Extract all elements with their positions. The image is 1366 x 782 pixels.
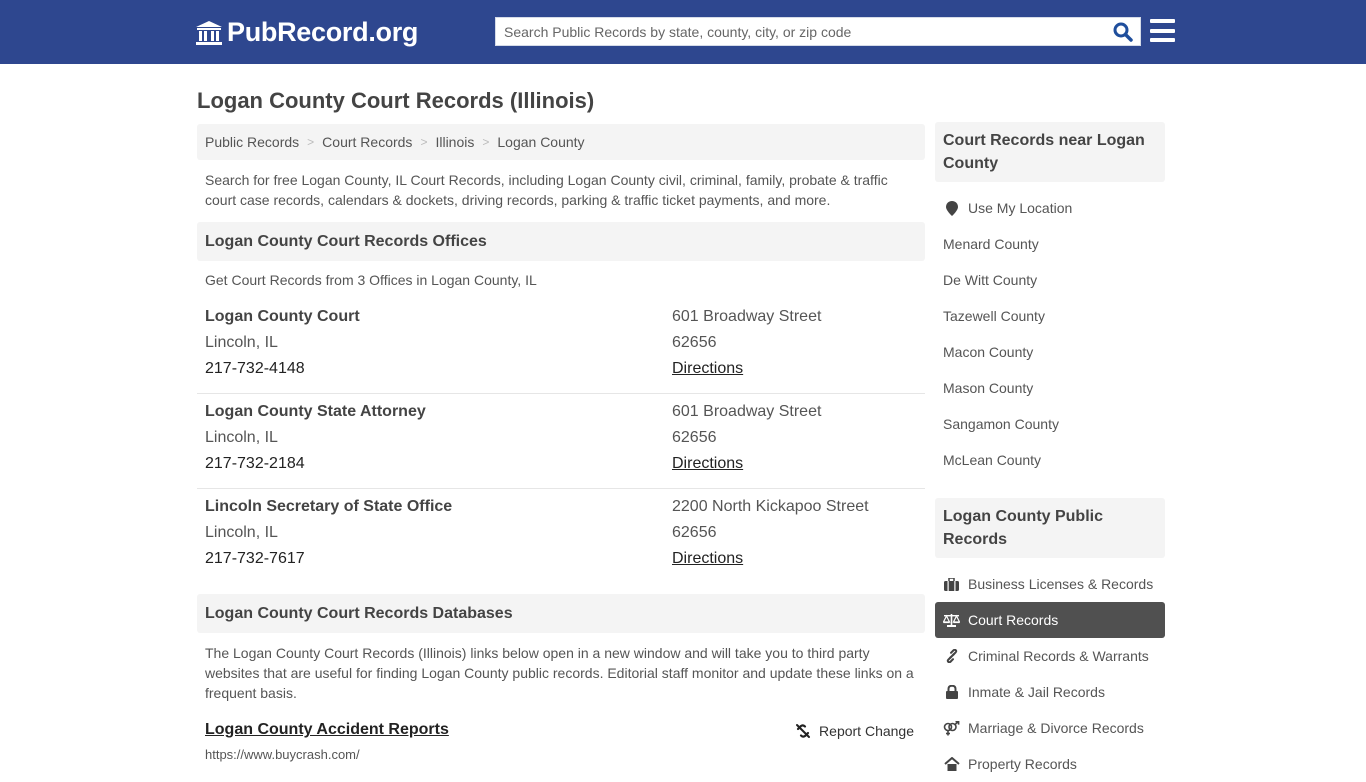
nearby-county-link[interactable]: Macon County — [935, 334, 1165, 370]
intro-text: Search for free Logan County, IL Court R… — [205, 172, 888, 208]
directions-link[interactable]: Directions — [672, 455, 743, 472]
office-zip: 62656 — [672, 524, 717, 541]
briefcase-icon — [943, 576, 960, 592]
use-my-location-button[interactable]: Use My Location — [935, 190, 1165, 226]
office-zip: 62656 — [672, 334, 717, 351]
sidebar-item-criminal-records[interactable]: Criminal Records & Warrants — [935, 638, 1165, 674]
offices-list: Logan County Court Lincoln, IL 217-732-4… — [197, 299, 925, 584]
directions-link[interactable]: Directions — [672, 360, 743, 377]
breadcrumb: Public Records > Court Records > Illinoi… — [197, 124, 925, 160]
venus-mars-icon — [943, 720, 960, 736]
sidebar-item-inmate-records[interactable]: Inmate & Jail Records — [935, 674, 1165, 710]
sidebar: Court Records near Logan County Use My L… — [935, 122, 1165, 782]
office-name: Logan County Court — [205, 308, 360, 325]
database-item: Logan County Accident Reports https://ww… — [197, 721, 925, 762]
office-street: 601 Broadway Street — [672, 308, 822, 325]
page-title: Logan County Court Records (Illinois) — [197, 88, 595, 113]
sidebar-item-label: Criminal Records & Warrants — [968, 648, 1149, 664]
office-city: Lincoln, IL — [205, 524, 278, 541]
sidebar-item-court-records[interactable]: Court Records — [935, 602, 1165, 638]
directions-link[interactable]: Directions — [672, 550, 743, 567]
map-marker-icon — [943, 200, 960, 216]
hamburger-menu-icon[interactable] — [1150, 19, 1175, 42]
balance-scale-icon — [943, 612, 960, 628]
sidebar-item-label: Marriage & Divorce Records — [968, 720, 1144, 736]
breadcrumb-separator: > — [482, 135, 490, 149]
office-phone[interactable]: 217-732-7617 — [205, 546, 452, 572]
database-url: https://www.buycrash.com/ — [205, 747, 360, 762]
breadcrumb-separator: > — [307, 135, 315, 149]
broken-link-icon — [796, 724, 811, 738]
nearby-list: Use My Location Menard County De Witt Co… — [935, 190, 1165, 478]
home-icon — [943, 756, 960, 772]
office-name: Lincoln Secretary of State Office — [205, 498, 453, 515]
office-zip: 62656 — [672, 429, 717, 446]
site-logo[interactable]: PubRecord.org — [195, 17, 418, 48]
office-street: 601 Broadway Street — [672, 403, 822, 420]
office-name: Logan County State Attorney — [205, 403, 426, 420]
office-street: 2200 North Kickapoo Street — [672, 498, 869, 515]
nearby-heading: Court Records near Logan County — [935, 122, 1165, 182]
sidebar-item-property-records[interactable]: Property Records — [935, 746, 1165, 782]
sidebar-item-label: Property Records — [968, 756, 1077, 772]
breadcrumb-public-records[interactable]: Public Records — [205, 134, 299, 150]
search-input[interactable] — [496, 18, 1106, 45]
courthouse-icon — [196, 20, 222, 45]
office-phone[interactable]: 217-732-2184 — [205, 451, 426, 477]
office-item: Lincoln Secretary of State Office Lincol… — [197, 489, 925, 584]
offices-heading: Logan County Court Records Offices — [197, 222, 925, 261]
breadcrumb-separator: > — [420, 135, 428, 149]
search-button[interactable] — [1106, 18, 1140, 45]
breadcrumb-court-records[interactable]: Court Records — [322, 134, 412, 150]
top-navigation-bar: PubRecord.org — [0, 0, 1366, 64]
sidebar-item-label: Business Licenses & Records — [968, 576, 1154, 592]
report-change-label: Report Change — [819, 723, 914, 739]
databases-heading: Logan County Court Records Databases — [197, 594, 925, 633]
databases-description: The Logan County Court Records (Illinois… — [205, 645, 914, 701]
sidebar-item-label: Inmate & Jail Records — [968, 684, 1105, 700]
nearby-county-link[interactable]: Sangamon County — [935, 406, 1165, 442]
office-item: Logan County State Attorney Lincoln, IL … — [197, 394, 925, 489]
breadcrumb-logan-county[interactable]: Logan County — [497, 134, 584, 150]
sidebar-item-label: Court Records — [968, 612, 1059, 628]
nearby-county-link[interactable]: Menard County — [935, 226, 1165, 262]
sidebar-item-business-licenses[interactable]: Business Licenses & Records — [935, 566, 1165, 602]
search-icon — [1113, 22, 1133, 42]
use-my-location-label: Use My Location — [968, 200, 1073, 216]
office-city: Lincoln, IL — [205, 334, 278, 351]
nearby-county-link[interactable]: McLean County — [935, 442, 1165, 478]
public-records-list: Business Licenses & Records Court Record… — [935, 566, 1165, 782]
office-phone[interactable]: 217-732-4148 — [205, 356, 360, 382]
site-logo-text: PubRecord.org — [227, 17, 419, 47]
office-item: Logan County Court Lincoln, IL 217-732-4… — [197, 299, 925, 394]
lock-icon — [943, 684, 960, 700]
sidebar-item-marriage-records[interactable]: Marriage & Divorce Records — [935, 710, 1165, 746]
search-bar — [495, 17, 1141, 46]
nearby-county-link[interactable]: De Witt County — [935, 262, 1165, 298]
report-change-button[interactable]: Report Change — [795, 723, 914, 739]
nearby-county-link[interactable]: Mason County — [935, 370, 1165, 406]
office-city: Lincoln, IL — [205, 429, 278, 446]
nearby-county-link[interactable]: Tazewell County — [935, 298, 1165, 334]
database-link[interactable]: Logan County Accident Reports — [205, 721, 449, 739]
main-content: Public Records > Court Records > Illinoi… — [197, 124, 925, 762]
offices-subtitle: Get Court Records from 3 Offices in Loga… — [205, 272, 537, 288]
breadcrumb-illinois[interactable]: Illinois — [435, 134, 474, 150]
link-icon — [943, 648, 960, 664]
public-records-heading: Logan County Public Records — [935, 498, 1165, 558]
